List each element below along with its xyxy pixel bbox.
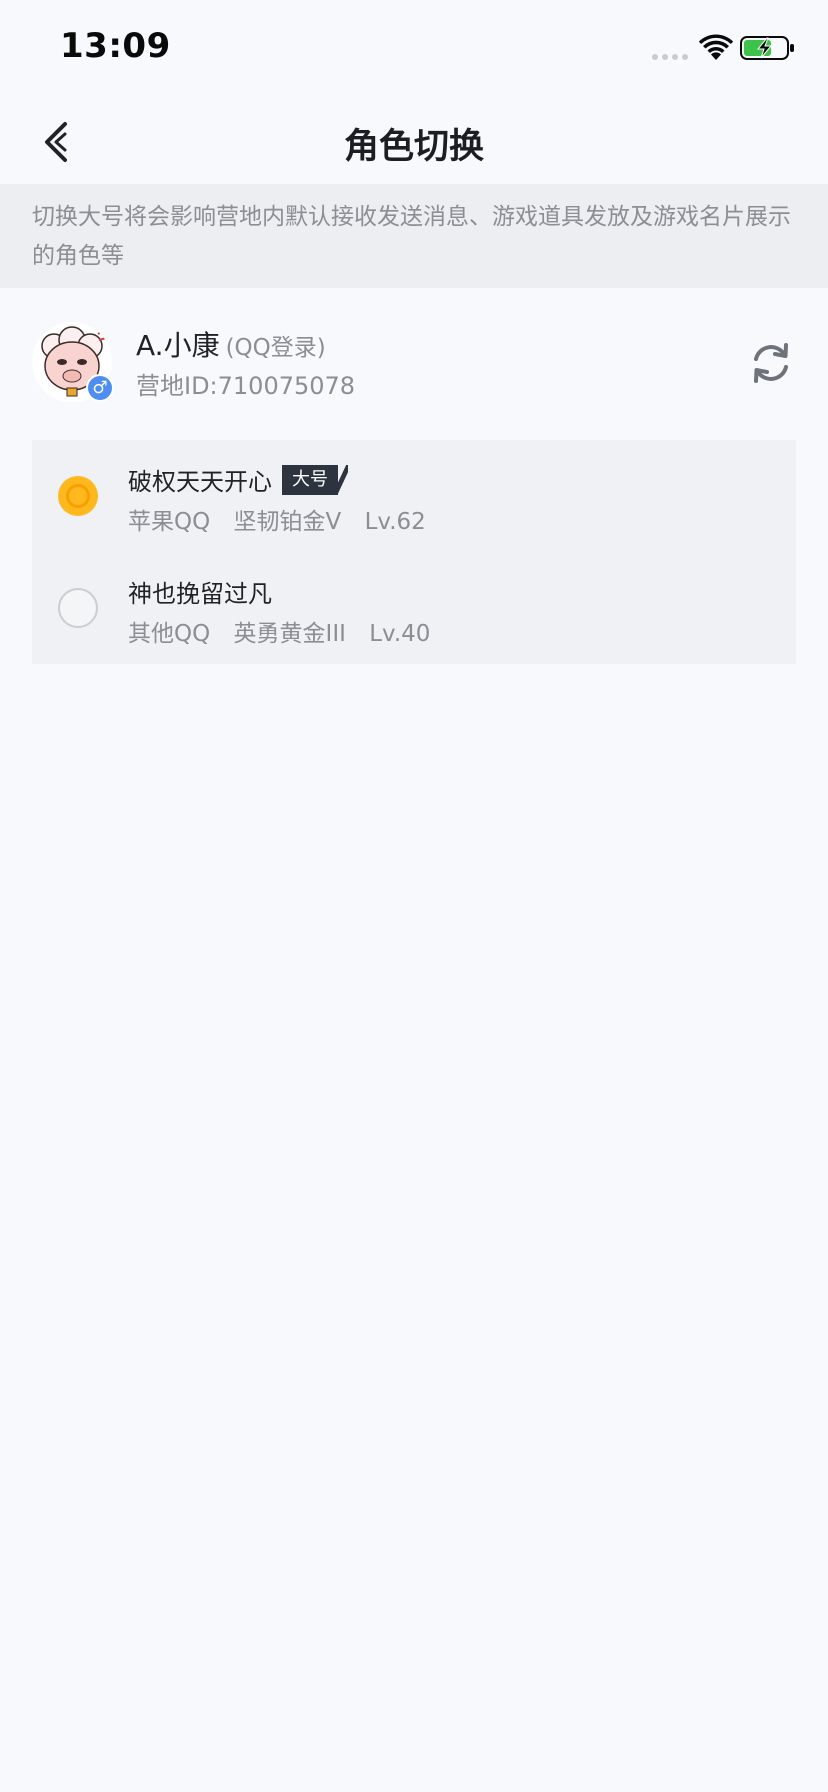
role-name: 神也挽留过凡	[128, 580, 272, 608]
main-account-tag-label: 大号	[282, 464, 338, 495]
role-meta: 苹果QQ 坚韧铂金V Lv.62	[128, 502, 442, 536]
role-name: 破权天天开心	[128, 468, 272, 496]
gender-male-badge: ♂	[86, 374, 114, 402]
battery-charging-icon	[740, 36, 794, 60]
login-type: (QQ登录)	[225, 335, 326, 361]
role-platform: 其他QQ	[128, 621, 211, 647]
notice-banner: 切换大号将会影响营地内默认接收发送消息、游戏道具发放及游戏名片展示的角色等	[0, 184, 828, 288]
refresh-icon	[754, 343, 788, 383]
main-account-tag: 大号	[282, 464, 348, 495]
nav-bar: 角色切换	[0, 100, 828, 184]
camp-id: 营地ID:710075078	[136, 372, 356, 400]
role-item-main[interactable]: 破权天天开心 大号 苹果QQ 坚韧铂金V Lv.62	[32, 440, 796, 552]
refresh-button[interactable]	[748, 340, 794, 386]
role-item-secondary[interactable]: 神也挽留过凡 其他QQ 英勇黄金III Lv.40	[32, 552, 796, 664]
account-row: ♂ A.小康 (QQ登录) 营地ID:710075078	[0, 318, 828, 418]
role-meta: 其他QQ 英勇黄金III Lv.40	[128, 614, 446, 648]
role-platform: 苹果QQ	[128, 509, 211, 535]
wifi-icon	[698, 34, 734, 60]
signal-dots-icon	[652, 54, 688, 60]
notice-text: 切换大号将会影响营地内默认接收发送消息、游戏道具发放及游戏名片展示的角色等	[32, 204, 791, 269]
role-switch-page: 13:09 角色切换 切换大号将会影响营地内默认接收发送消息、游戏道具发放及游戏…	[0, 0, 828, 1792]
role-radio-unselected[interactable]	[58, 588, 98, 628]
role-name-line: 破权天天开心 大号	[128, 462, 348, 497]
role-list: 破权天天开心 大号 苹果QQ 坚韧铂金V Lv.62 神也挽留过凡 其他QQ 英…	[32, 440, 796, 664]
role-rank: 坚韧铂金V	[233, 509, 342, 535]
account-name-line: A.小康 (QQ登录)	[136, 324, 326, 364]
role-rank: 英勇黄金III	[233, 621, 346, 647]
role-radio-selected[interactable]	[58, 476, 98, 516]
account-name: A.小康	[136, 329, 220, 362]
status-time: 13:09	[60, 26, 171, 66]
role-level: Lv.62	[364, 509, 426, 535]
role-level: Lv.40	[369, 621, 431, 647]
page-title: 角色切换	[343, 127, 484, 167]
status-bar: 13:09	[0, 0, 828, 100]
role-name-line: 神也挽留过凡	[128, 574, 272, 609]
